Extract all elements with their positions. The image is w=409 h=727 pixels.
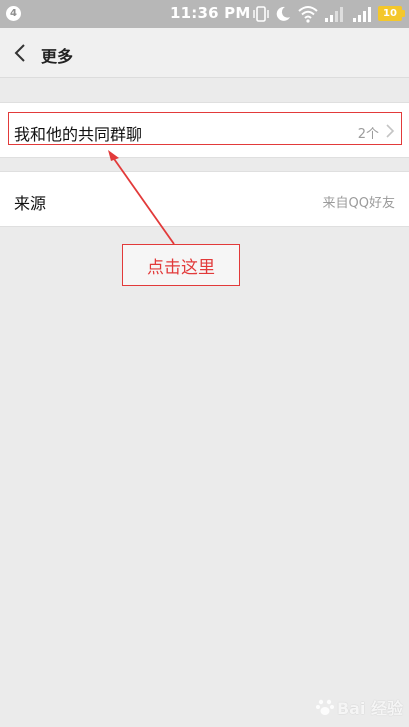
status-bar: 4 11:36 PM 10 — [0, 0, 409, 28]
moon-icon — [276, 6, 290, 21]
common-groups-label: 我和他的共同群聊 — [14, 125, 143, 144]
battery-icon: 10 — [378, 6, 405, 21]
annotation-callout: 点击这里 — [122, 244, 240, 286]
common-groups-count: 2个 — [357, 127, 379, 142]
wifi-icon — [298, 6, 318, 23]
title-bar: 更多 — [0, 28, 409, 78]
chevron-left-icon — [14, 44, 25, 62]
page-title: 更多 — [41, 47, 74, 66]
vibrate-icon — [253, 6, 269, 22]
screen: 4 11:36 PM 10 更多 我和他的共同群聊 2个 来源 来自QQ好友 点… — [0, 0, 409, 727]
status-time: 11:36 PM — [170, 4, 251, 22]
common-groups-row[interactable]: 我和他的共同群聊 2个 — [0, 102, 409, 158]
watermark-text: Bai 经验 — [336, 699, 403, 718]
source-value: 来自QQ好友 — [322, 196, 395, 211]
signal-icon — [325, 7, 343, 22]
source-label: 来源 — [14, 194, 47, 213]
notification-badge: 4 — [6, 6, 21, 21]
watermark-logo: Bai 经验 — [283, 693, 403, 721]
signal-icon — [353, 7, 371, 22]
chevron-right-icon — [386, 124, 395, 138]
back-button[interactable] — [8, 40, 32, 66]
source-row: 来源 来自QQ好友 — [0, 171, 409, 227]
paw-icon — [316, 699, 334, 715]
